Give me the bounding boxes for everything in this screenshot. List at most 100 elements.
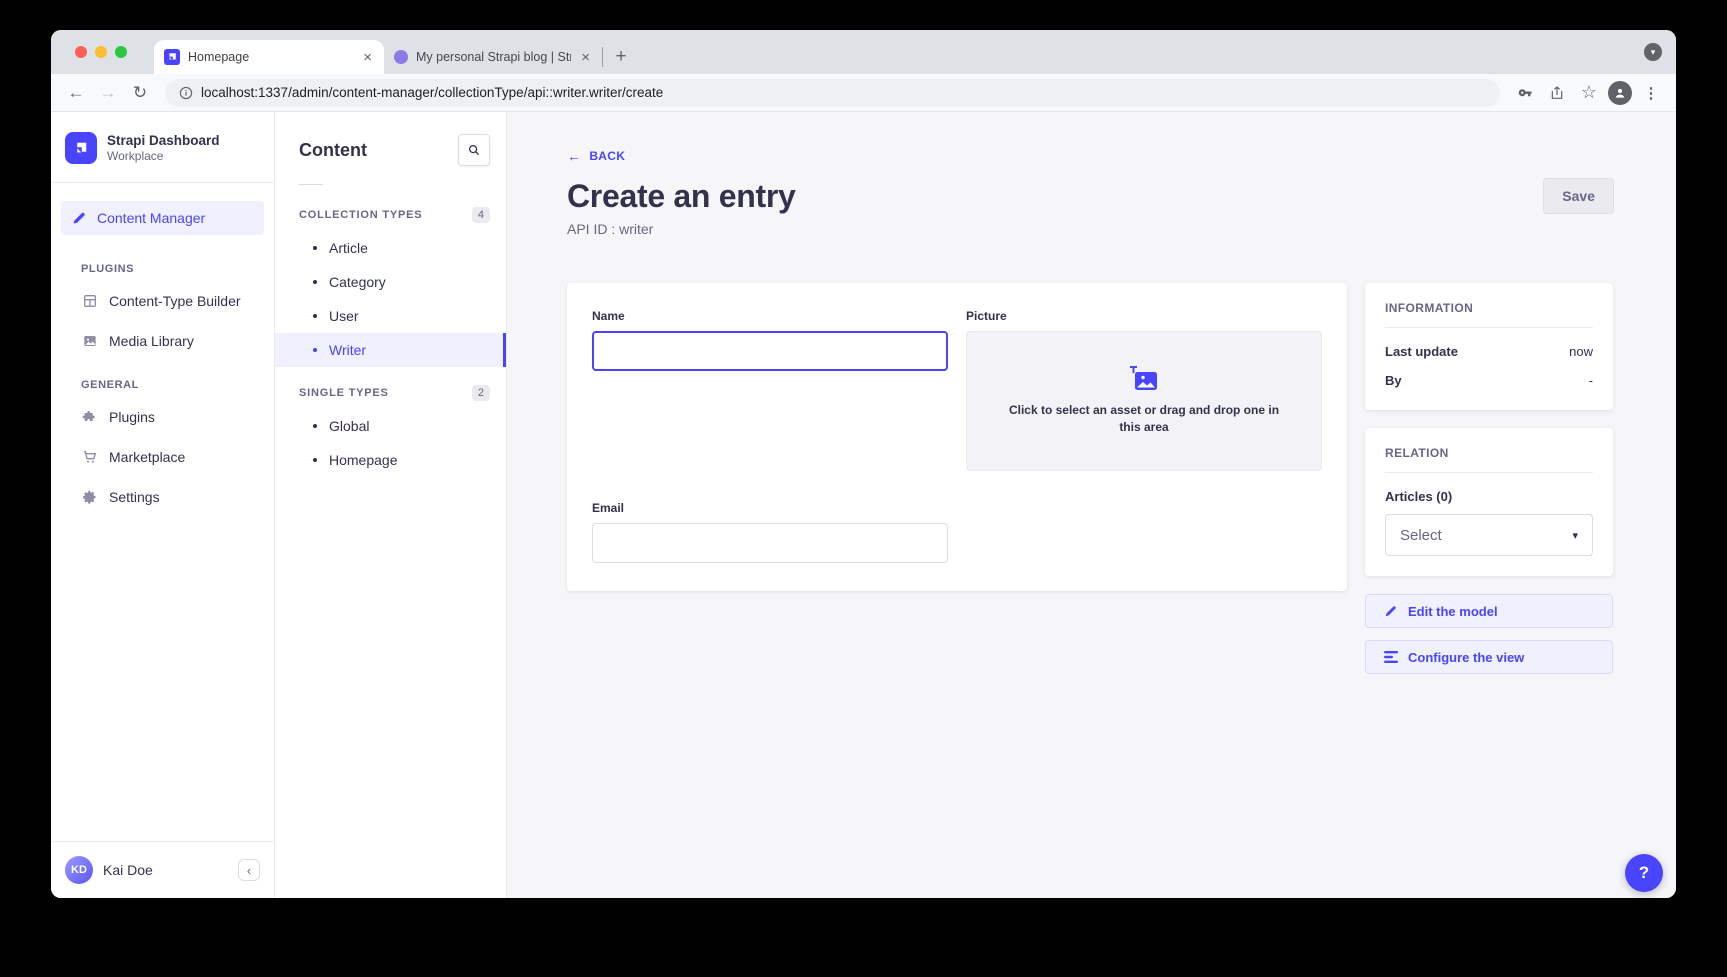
sidebar-item-label: Content Manager [97,210,205,226]
sidebar-item-writer[interactable]: Writer [275,333,506,367]
back-link[interactable]: ← BACK [567,148,625,164]
sidebar-item-homepage[interactable]: Homepage [275,443,506,477]
url-text: localhost:1337/admin/content-manager/col… [201,85,663,100]
sidebar-item-settings[interactable]: Settings [51,477,274,517]
pencil-icon [1384,604,1398,618]
divider [1385,327,1593,328]
item-label: Writer [329,342,366,358]
blog-favicon-icon [394,50,408,64]
password-key-icon[interactable] [1512,80,1538,106]
image-icon [81,333,99,349]
reload-icon[interactable]: ↻ [127,80,153,106]
browser-profile-avatar[interactable] [1608,81,1632,105]
brand-subtitle: Workplace [107,149,220,163]
sidebar-item-category[interactable]: Category [275,265,506,299]
main-sidebar: Strapi Dashboard Workplace Content Manag… [51,112,275,898]
forward-icon[interactable]: → [95,80,121,106]
edit-model-label: Edit the model [1408,604,1498,619]
sidebar-item-user[interactable]: User [275,299,506,333]
back-arrow-icon: ← [567,148,581,164]
item-label: Article [329,240,368,256]
entry-form-card: Name Picture Click to select [567,283,1347,591]
content-sidebar-title: Content [299,140,367,161]
strapi-admin: Strapi Dashboard Workplace Content Manag… [51,112,1676,898]
layout-icon [81,293,99,309]
brand: Strapi Dashboard Workplace [51,112,274,183]
api-id-subtitle: API ID : writer [567,221,796,237]
info-row-by: By - [1385,373,1593,388]
item-label: User [329,308,359,324]
sidebar-item-label: Settings [109,489,160,505]
articles-select[interactable]: Select ▾ [1385,514,1593,556]
tab-search-button[interactable]: ▾ [1644,43,1662,61]
relation-title: RELATION [1385,446,1593,460]
email-input[interactable] [592,523,948,563]
tab-separator [602,47,603,67]
sidebar-item-content-manager[interactable]: Content Manager [61,201,264,235]
tab-homepage[interactable]: Homepage × [154,40,384,74]
picture-dropzone[interactable]: Click to select an asset or drag and dro… [966,331,1322,471]
help-button[interactable]: ? [1625,854,1663,892]
email-label: Email [592,501,948,515]
divider [1385,472,1593,473]
sidebar-item-global[interactable]: Global [275,409,506,443]
puzzle-icon [81,409,99,425]
bullet-icon [313,458,317,462]
bookmark-star-icon[interactable]: ☆ [1576,80,1602,106]
back-icon[interactable]: ← [63,80,89,106]
name-label: Name [592,309,948,323]
single-types-label: SINGLE TYPES [299,387,389,399]
chevron-down-icon: ▾ [1572,529,1578,542]
configure-view-button[interactable]: Configure the view [1365,640,1613,674]
search-button[interactable] [458,134,490,166]
collapse-sidebar-button[interactable]: ‹ [238,859,260,881]
select-placeholder: Select [1400,527,1442,544]
info-value: now [1569,344,1593,359]
section-label-plugins: PLUGINS [51,245,274,281]
sidebar-item-label: Content-Type Builder [109,293,241,309]
item-label: Category [329,274,386,290]
back-label: BACK [589,149,625,163]
maximize-window-button[interactable] [115,46,127,58]
bullet-icon [313,424,317,428]
collection-types-label: COLLECTION TYPES [299,209,422,221]
close-window-button[interactable] [75,46,87,58]
tab-strip: Homepage × My personal Strapi blog | Str… [51,30,1676,74]
sidebar-item-media-library[interactable]: Media Library [51,321,274,361]
sidebar-item-article[interactable]: Article [275,231,506,265]
configure-view-label: Configure the view [1408,650,1524,665]
address-bar[interactable]: localhost:1337/admin/content-manager/col… [165,79,1500,107]
collection-types-count: 4 [472,207,490,223]
sidebar-item-plugins[interactable]: Plugins [51,397,274,437]
item-label: Global [329,418,369,434]
sidebar-item-label: Plugins [109,409,155,425]
browser-menu-icon[interactable]: ⋮ [1638,80,1664,106]
configure-lines-icon [1384,651,1398,663]
save-button[interactable]: Save [1543,178,1614,214]
sidebar-item-content-type-builder[interactable]: Content-Type Builder [51,281,274,321]
main-content: ← BACK Create an entry API ID : writer S… [507,112,1676,898]
minimize-window-button[interactable] [95,46,107,58]
browser-window: Homepage × My personal Strapi blog | Str… [51,30,1676,898]
info-icon [179,86,193,100]
articles-relation-label: Articles (0) [1385,489,1593,504]
tab-strapi-blog[interactable]: My personal Strapi blog | Strap × [384,40,602,74]
cart-icon [81,449,99,465]
bullet-icon [313,280,317,284]
info-key: By [1385,373,1402,388]
strapi-logo-icon [65,132,97,164]
bullet-icon [313,246,317,250]
sidebar-item-marketplace[interactable]: Marketplace [51,437,274,477]
new-tab-button[interactable]: + [607,43,635,71]
single-types-count: 2 [472,385,490,401]
tab-close-icon[interactable]: × [579,49,592,66]
relation-panel: RELATION Articles (0) Select ▾ [1365,428,1613,576]
information-panel: INFORMATION Last update now By - [1365,283,1613,410]
brand-title: Strapi Dashboard [107,133,220,150]
browser-toolbar: ← → ↻ localhost:1337/admin/content-manag… [51,74,1676,112]
edit-model-button[interactable]: Edit the model [1365,594,1613,628]
share-icon[interactable] [1544,80,1570,106]
picture-label: Picture [966,309,1322,323]
tab-close-icon[interactable]: × [361,49,374,66]
name-input[interactable] [592,331,948,371]
